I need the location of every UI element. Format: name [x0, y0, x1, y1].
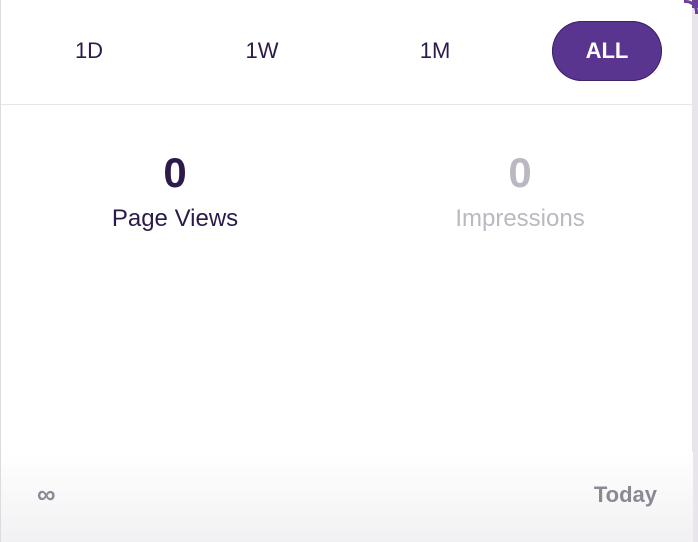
timeline-footer: ∞ Today — [1, 452, 693, 542]
stats-panel: 1D 1W 1M ALL 0 Page Views 0 Impressions … — [0, 0, 698, 542]
impressions-value: 0 — [508, 149, 532, 196]
range-tab-1d[interactable]: 1D — [49, 21, 129, 81]
impressions-label: Impressions — [455, 205, 585, 232]
time-range-selector: 1D 1W 1M ALL — [1, 0, 693, 105]
page-views-stat[interactable]: 0 Page Views — [25, 150, 325, 234]
range-tab-all[interactable]: ALL — [552, 21, 662, 81]
impressions-stat[interactable]: 0 Impressions — [370, 150, 670, 234]
page-views-value: 0 — [163, 149, 187, 196]
timeline-end-label: Today — [593, 482, 657, 507]
range-tab-1m[interactable]: 1M — [395, 21, 475, 81]
range-tab-1w[interactable]: 1W — [222, 21, 302, 81]
page-views-label: Page Views — [111, 205, 239, 232]
timeline-start-infinity-icon: ∞ — [37, 479, 56, 509]
